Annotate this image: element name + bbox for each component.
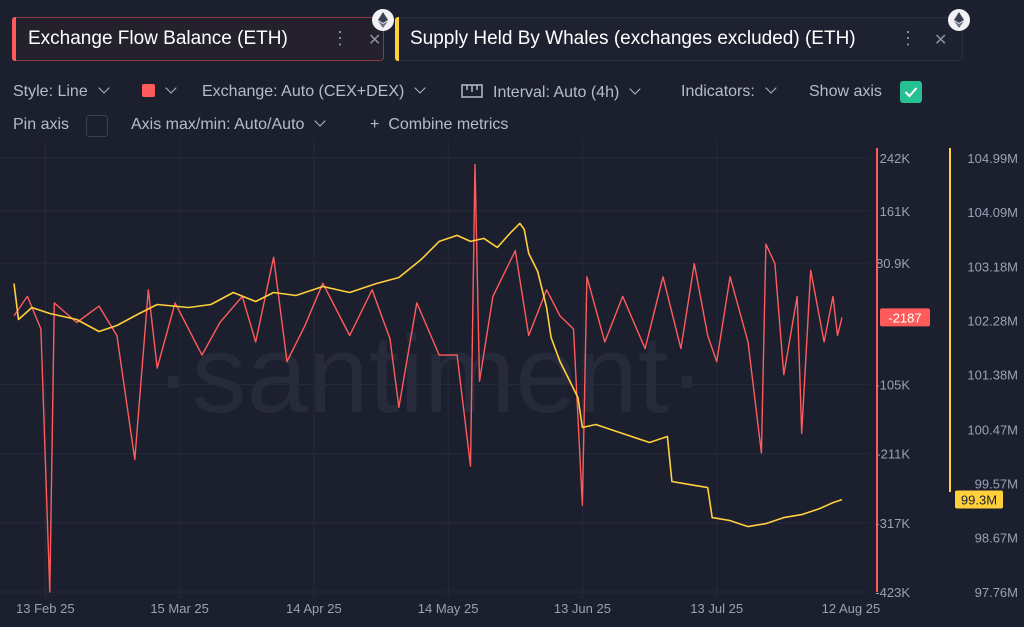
watermark: ·santiment· (155, 313, 705, 436)
style-dropdown[interactable]: Style: Line (13, 82, 110, 101)
axis-maxmin-label: Axis max/min: Auto/Auto (131, 116, 305, 133)
chevron-down-icon (629, 83, 641, 95)
right-axis-tick-label: 101.38M (967, 368, 1018, 383)
left-axis-tick-label: -211K (876, 447, 910, 462)
left-axis-tick-label: -317K (875, 516, 910, 531)
metric-color-bar (12, 17, 16, 61)
color-swatch (142, 84, 155, 97)
close-icon[interactable]: ✕ (934, 30, 947, 50)
pin-axis-checkbox[interactable] (86, 115, 108, 137)
interval-dropdown[interactable]: Interval: Auto (4h) (461, 83, 641, 102)
ethereum-icon (948, 9, 970, 31)
ruler-icon (461, 84, 483, 98)
left-axis-tick-label: -423K (875, 585, 910, 600)
left-axis-tick-label: 80.9K (876, 256, 910, 271)
indicators-dropdown[interactable]: Indicators: (681, 82, 777, 101)
left-axis-tick-label: -105K (875, 377, 910, 392)
right-axis-tick-label: 102.28M (967, 314, 1018, 329)
combine-metrics-label: Combine metrics (388, 116, 509, 133)
color-picker[interactable] (142, 82, 177, 101)
chevron-down-icon (98, 82, 110, 94)
more-options-icon[interactable]: ⋮ (899, 28, 917, 49)
right-axis-tick-label: 103.18M (967, 260, 1018, 275)
right-axis-tick-label: 104.99M (967, 151, 1018, 166)
right-axis-tick-label: 100.47M (967, 422, 1018, 437)
metric-color-bar (395, 17, 399, 61)
left-axis-tick-label: 242K (880, 151, 911, 166)
x-tick-label: 13 Jun 25 (554, 601, 611, 616)
chart-controls-row: Style: Line Exchange: Auto (CEX+DEX) Int… (13, 81, 1013, 105)
x-tick-label: 12 Aug 25 (822, 601, 881, 616)
exchange-label: Exchange: Auto (CEX+DEX) (202, 83, 405, 100)
exchange-dropdown[interactable]: Exchange: Auto (CEX+DEX) (202, 82, 426, 101)
chevron-down-icon (414, 82, 426, 94)
metric-card-whale-supply[interactable]: Supply Held By Whales (exchanges exclude… (395, 9, 970, 61)
last-value-label-flow: -2187 (888, 310, 921, 325)
show-axis-label: Show axis (809, 83, 882, 100)
pin-axis-label: Pin axis (13, 116, 70, 133)
x-tick-label: 13 Jul 25 (690, 601, 743, 616)
chevron-down-icon (314, 115, 327, 127)
style-label: Style: Line (13, 83, 88, 100)
show-axis-checkbox[interactable] (900, 81, 922, 103)
check-icon (904, 87, 918, 98)
chevron-down-icon (165, 82, 177, 94)
more-options-icon[interactable]: ⋮ (331, 28, 349, 49)
chart-area[interactable]: ·santiment· 13 Feb 25 15 Mar 25 14 Apr 25 1… (0, 140, 1024, 627)
chevron-down-icon (765, 82, 777, 94)
x-tick-label: 15 Mar 25 (150, 601, 209, 616)
last-value-label-whales: 99.3M (961, 493, 997, 508)
x-tick-label: 14 Apr 25 (286, 601, 342, 616)
right-axis-tick-label: 97.76M (975, 585, 1018, 600)
interval-label: Interval: Auto (4h) (493, 84, 620, 101)
close-icon[interactable]: ✕ (368, 30, 381, 50)
axis-maxmin-dropdown[interactable]: Axis max/min: Auto/Auto (131, 115, 327, 134)
ethereum-icon (372, 9, 394, 31)
metric-card-exchange-flow[interactable]: Exchange Flow Balance (ETH) ⋮ ✕ (12, 9, 394, 61)
combine-metrics-button[interactable]: + Combine metrics (370, 116, 508, 134)
left-axis-tick-label: 161K (880, 204, 911, 219)
indicators-label: Indicators: (681, 83, 755, 100)
right-axis-tick-label: 99.57M (975, 476, 1018, 491)
metric-title: Exchange Flow Balance (ETH) (28, 28, 288, 49)
plus-icon: + (370, 116, 380, 133)
chart-controls-row-2: Pin axis Axis max/min: Auto/Auto + Combin… (13, 115, 1013, 138)
metric-title: Supply Held By Whales (exchanges exclude… (410, 28, 856, 49)
x-tick-label: 14 May 25 (418, 601, 479, 616)
right-axis-tick-label: 104.09M (967, 205, 1018, 220)
right-axis-tick-label: 98.67M (975, 530, 1018, 545)
x-tick-label: 13 Feb 25 (16, 601, 75, 616)
